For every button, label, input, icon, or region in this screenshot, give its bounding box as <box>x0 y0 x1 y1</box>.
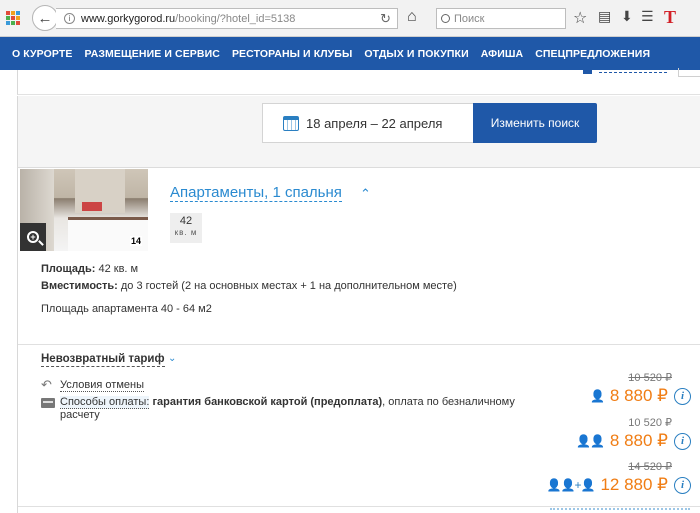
zoom-button[interactable]: + <box>20 223 46 251</box>
old-price: 10 520 ₽ <box>628 372 672 384</box>
capacity-text: до 3 гостей (2 на основных местах + 1 на… <box>120 280 457 292</box>
capacity-label: Вместимость: <box>41 280 118 292</box>
tariff-title-link[interactable]: Невозвратный тариф <box>41 353 165 367</box>
calendar-icon <box>283 115 299 131</box>
payment-text: Способы оплаты: гарантия банковской карт… <box>41 396 541 422</box>
credit-card-icon <box>41 398 55 408</box>
photo-count-badge: 14 <box>130 236 143 246</box>
chevron-up-icon[interactable]: ⌃ <box>360 186 371 202</box>
area-value: 42 <box>179 215 193 227</box>
room-title-link[interactable]: Апартаменты, 1 спальня <box>170 184 342 202</box>
site-nav: О КУРОРТЕ РАЗМЕЩЕНИЕ И СЕРВИС РЕСТОРАНЫ … <box>0 37 700 70</box>
booking-page: 18 апреля – 22 апреля Изменить поиск + 1… <box>17 68 700 513</box>
section-divider <box>18 344 700 345</box>
nav-item-accommodation[interactable]: РАЗМЕЩЕНИЕ И СЕРВИС <box>85 48 220 60</box>
menu-icon[interactable]: ☰ <box>641 8 654 25</box>
address-bar[interactable]: i www.gorkygorod.ru/booking/?hotel_id=51… <box>56 8 398 29</box>
info-icon[interactable]: i <box>674 476 691 494</box>
single-guest-icon: 👤 <box>589 389 605 403</box>
corner-box <box>678 68 700 77</box>
arrow-left-icon: ← <box>37 9 53 27</box>
room-extra-text: Площадь апартамента 40 - 64 м2 <box>41 303 212 315</box>
nav-item-offers[interactable]: СПЕЦПРЕДЛОЖЕНИЯ <box>535 48 650 60</box>
room-details: Площадь: 42 кв. м Вместимость: до 3 гост… <box>41 261 457 318</box>
payment-bold: гарантия банковской картой (предоплата) <box>152 396 383 408</box>
price-row: 👤 8 880 ₽ i <box>590 385 691 407</box>
top-strip <box>17 68 700 95</box>
area-line: Площадь: 42 кв. м <box>41 261 457 278</box>
area-unit: кв. м <box>174 228 198 237</box>
capacity-line: Вместимость: до 3 гостей (2 на основных … <box>41 278 457 295</box>
bottom-divider <box>18 506 700 507</box>
back-button[interactable]: ← <box>32 5 58 31</box>
url-domain: www.gorkygorod.ru <box>81 12 176 25</box>
area-text: 42 кв. м <box>98 263 139 275</box>
search-band: 18 апреля – 22 апреля Изменить поиск <box>17 96 700 167</box>
area-label: Площадь: <box>41 263 96 275</box>
search-icon <box>441 14 450 23</box>
price-amount: 8 880 ₽ <box>609 431 668 450</box>
chevron-down-icon[interactable]: ⌄ <box>168 353 176 364</box>
checkbox-icon[interactable] <box>583 70 592 74</box>
nav-item-leisure[interactable]: ОТДЫХ И ПОКУПКИ <box>364 48 468 60</box>
payment-methods-link[interactable]: Способы оплаты: <box>60 396 150 409</box>
old-price: 10 520 ₽ <box>628 417 672 429</box>
site-info-icon[interactable]: i <box>64 13 75 24</box>
photo-art <box>82 202 102 211</box>
reload-icon[interactable]: ↻ <box>380 11 391 27</box>
info-icon[interactable]: i <box>674 387 691 405</box>
change-search-button[interactable]: Изменить поиск <box>473 103 597 143</box>
old-price: 14 520 ₽ <box>628 461 672 473</box>
undo-arrow-icon: ↶ <box>41 377 52 392</box>
url-text: www.gorkygorod.ru/booking/?hotel_id=5138 <box>81 13 295 25</box>
date-range-field[interactable]: 18 апреля – 22 апреля <box>262 103 474 143</box>
nav-item-restaurants[interactable]: РЕСТОРАНЫ И КЛУБЫ <box>232 48 352 60</box>
home-icon[interactable]: ⌂ <box>407 8 417 26</box>
payment-row: Способы оплаты: гарантия банковской карт… <box>41 396 541 422</box>
price-amount: 8 880 ₽ <box>609 386 668 405</box>
search-input[interactable]: Поиск <box>436 8 566 29</box>
date-range-text: 18 апреля – 22 апреля <box>306 115 443 131</box>
nav-item-resort[interactable]: О КУРОРТЕ <box>12 48 73 60</box>
cancellation-link[interactable]: Условия отмены <box>60 379 144 392</box>
url-path: /booking/?hotel_id=5138 <box>175 12 296 25</box>
two-guests-icon: 👤👤 <box>576 434 605 448</box>
dashed-link[interactable] <box>599 72 667 73</box>
two-plus-one-guests-icon: 👤👤+👤 <box>546 478 596 492</box>
price-row: 👤👤+👤 12 880 ₽ i <box>547 474 691 496</box>
reading-list-icon[interactable]: ▤ <box>598 8 611 25</box>
room-card: + 14 Апартаменты, 1 спальня ⌃ 42 кв. м П… <box>17 167 700 513</box>
browser-toolbar: ← i www.gorkygorod.ru/booking/?hotel_id=… <box>0 0 700 37</box>
download-icon[interactable]: ⬇ <box>621 8 633 25</box>
price-amount: 12 880 ₽ <box>600 475 668 494</box>
toolbar-brand-icon[interactable]: T <box>664 7 676 28</box>
zoom-in-icon: + <box>27 231 39 243</box>
bookmark-star-icon[interactable]: ☆ <box>573 8 587 28</box>
area-badge: 42 кв. м <box>170 213 202 243</box>
price-row: 👤👤 8 880 ₽ i <box>576 430 691 452</box>
info-icon[interactable]: i <box>674 432 691 450</box>
nav-item-afisha[interactable]: АФИША <box>481 48 523 60</box>
apps-grid-icon[interactable] <box>6 11 20 25</box>
search-placeholder: Поиск <box>454 12 485 25</box>
cancellation-row: ↶ Условия отмены <box>41 377 144 393</box>
bottom-dotted-link[interactable] <box>550 508 690 510</box>
